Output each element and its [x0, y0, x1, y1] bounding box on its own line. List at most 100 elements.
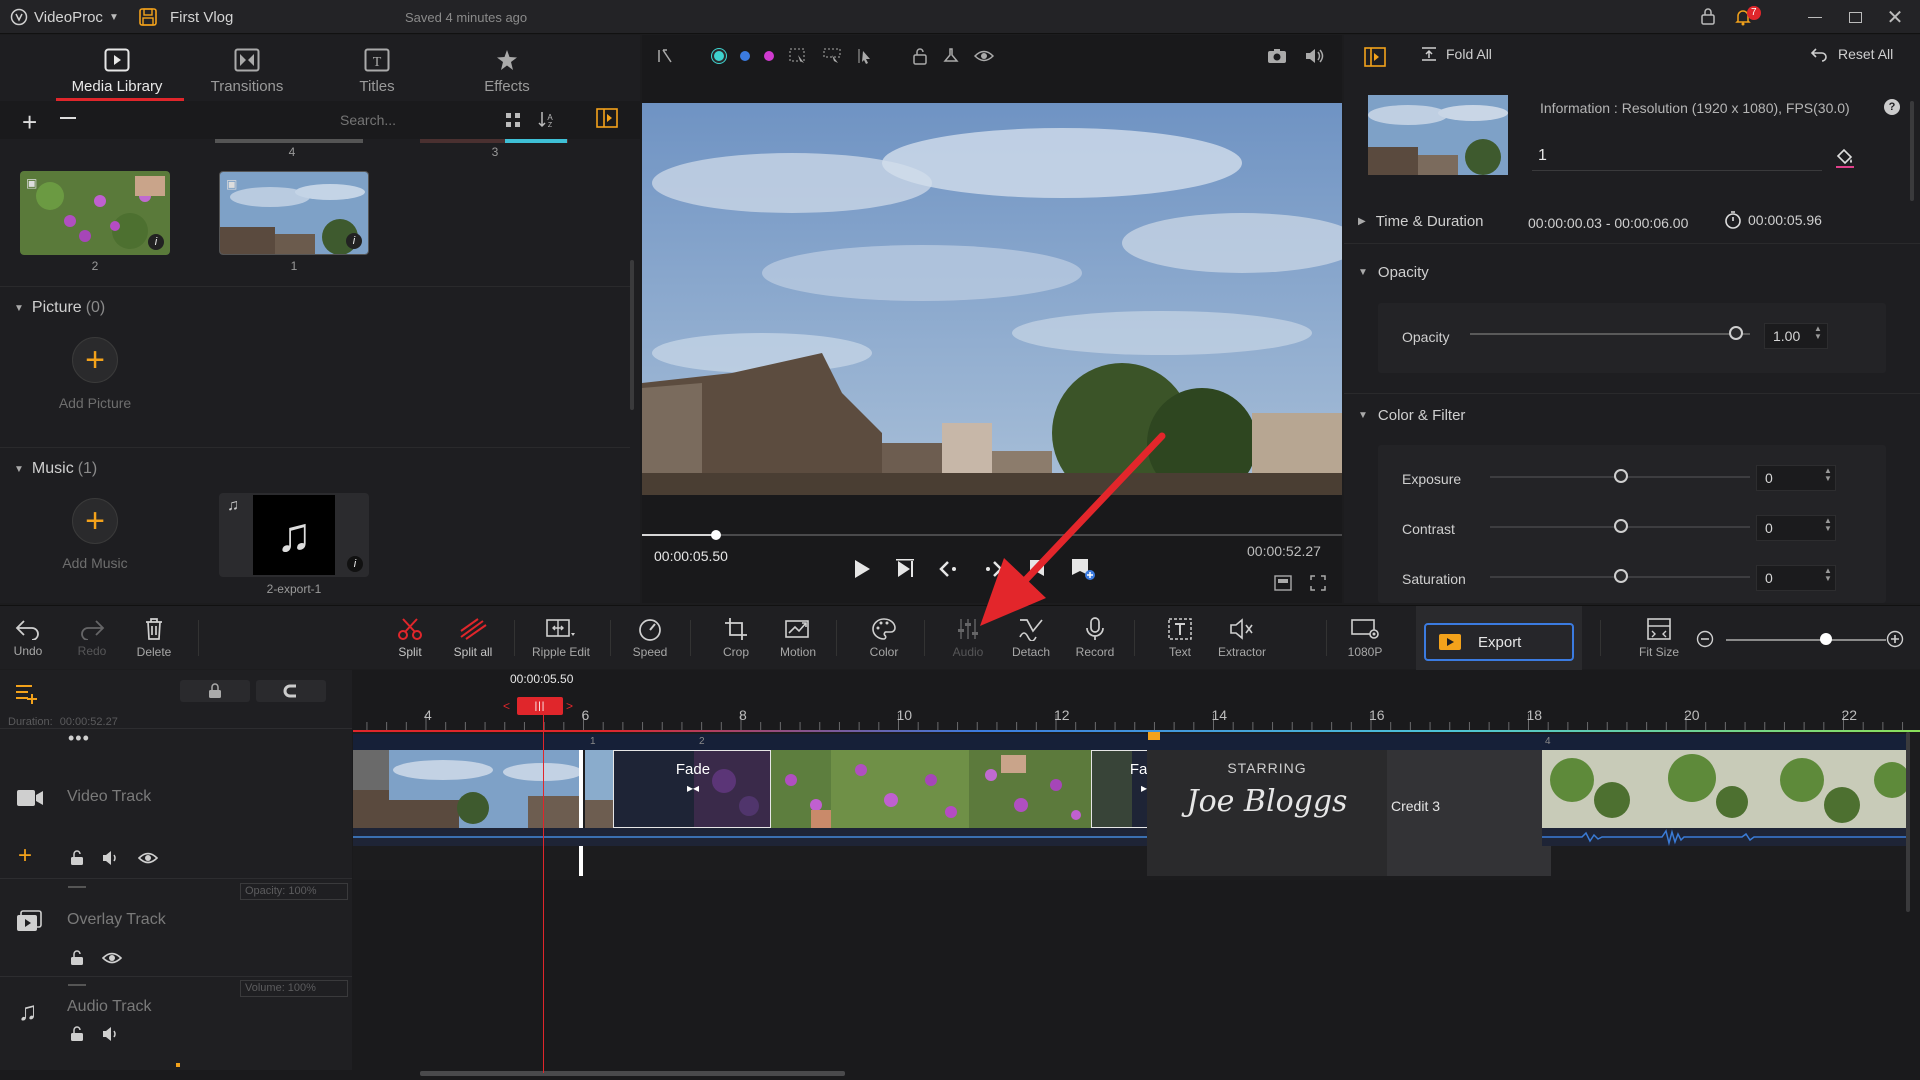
tab-media-library[interactable]: Media Library — [52, 35, 182, 101]
delete-button[interactable]: Delete — [132, 606, 176, 670]
media-item-sky[interactable]: ▣ i — [219, 171, 369, 255]
fullscreen-icon[interactable] — [1310, 575, 1326, 591]
properties-scrollbar[interactable] — [1910, 101, 1914, 201]
music-item[interactable]: ♫ ♫ i — [219, 493, 369, 577]
title-clip-starring[interactable]: STARRING Joe Bloggs — [1147, 750, 1387, 876]
audio-volume-field[interactable]: Volume: 100% — [240, 980, 348, 997]
opacity-section-header[interactable]: ▼ Opacity — [1358, 264, 1429, 281]
minimize-button[interactable] — [1795, 0, 1835, 34]
opacity-slider-knob[interactable] — [1729, 326, 1743, 340]
export-button[interactable]: Export — [1424, 623, 1574, 661]
video-track-lane[interactable]: 1 2 4 Fade ▸◂ STARRING Joe Bloggs Credit… — [353, 732, 1920, 880]
opacity-stepper-icon[interactable]: ▲ ▼ — [1814, 325, 1822, 341]
track-visibility-icon[interactable] — [102, 951, 122, 965]
motion-button[interactable]: Motion — [776, 606, 820, 670]
saturation-slider-knob[interactable] — [1614, 569, 1628, 583]
magnet-snap-button[interactable] — [256, 680, 326, 702]
timeline-h-scrollbar[interactable] — [420, 1071, 845, 1076]
prev-marker-icon[interactable] — [938, 558, 960, 580]
seek-handle[interactable] — [710, 530, 721, 540]
color-marker-magenta[interactable] — [764, 51, 774, 61]
play-icon[interactable] — [850, 558, 872, 580]
select-track-icon[interactable] — [822, 47, 842, 65]
zoom-out-icon[interactable] — [1696, 630, 1714, 648]
zoom-in-icon[interactable] — [1886, 630, 1904, 648]
color-marker-blue[interactable] — [740, 51, 750, 61]
track-drag-handle[interactable] — [68, 886, 86, 888]
notification-bell[interactable]: 7 — [1734, 6, 1768, 28]
toggle-panel-icon[interactable] — [596, 108, 618, 128]
track-lock-icon[interactable] — [70, 950, 84, 966]
lock-all-button[interactable] — [180, 680, 250, 702]
media-item-flowers[interactable]: ▣ i — [20, 171, 170, 255]
color-marker-cyan[interactable] — [712, 49, 726, 63]
add-video-icon[interactable]: + — [18, 842, 32, 870]
clip-name-field[interactable]: 1 — [1532, 143, 1822, 171]
pointer-select-icon[interactable] — [856, 47, 874, 65]
exposure-slider-knob[interactable] — [1614, 469, 1628, 483]
video-clip-plants[interactable] — [1542, 750, 1910, 828]
tab-titles[interactable]: T Titles — [312, 35, 442, 101]
info-icon[interactable]: i — [346, 233, 362, 249]
track-lock-icon[interactable] — [70, 1026, 84, 1042]
crop-button[interactable]: Crop — [714, 606, 758, 670]
next-frame-icon[interactable] — [894, 558, 916, 580]
color-filter-section-header[interactable]: ▼ Color & Filter — [1358, 407, 1465, 424]
color-button[interactable]: Color — [862, 606, 906, 670]
opacity-slider-track[interactable] — [1470, 333, 1750, 335]
time-duration-header[interactable]: ▶ Time & Duration — [1358, 213, 1484, 230]
exposure-stepper-icon[interactable]: ▲ ▼ — [1824, 467, 1832, 483]
split-all-button[interactable]: Split all — [448, 606, 498, 670]
playhead-right-arrow-icon[interactable]: > — [566, 699, 573, 713]
title-clip-credit[interactable]: Credit 3 — [1387, 750, 1551, 876]
saturation-stepper-icon[interactable]: ▲ ▼ — [1824, 567, 1832, 583]
track-volume-icon[interactable] — [102, 850, 120, 866]
compare-icon[interactable] — [656, 47, 674, 65]
app-menu[interactable]: VideoProc ▼ — [10, 8, 119, 26]
track-lock-icon[interactable] — [70, 850, 84, 866]
close-button[interactable]: ✕ — [1875, 0, 1915, 34]
picture-section-header[interactable]: ▼ Picture (0) — [14, 299, 105, 317]
eye-icon[interactable] — [974, 49, 994, 63]
sort-icon[interactable]: AZ — [538, 110, 556, 128]
timeline-v-scrollbar[interactable] — [1906, 732, 1910, 912]
resolution-button[interactable]: 1080P — [1342, 606, 1388, 670]
fit-size-button[interactable]: Fit Size — [1634, 606, 1684, 670]
info-icon[interactable]: i — [148, 234, 164, 250]
playhead-handle[interactable]: ||| — [517, 697, 563, 715]
ripple-edit-button[interactable]: Ripple Edit — [528, 606, 594, 670]
add-music-button[interactable]: + — [72, 498, 118, 544]
info-icon[interactable]: i — [347, 556, 363, 572]
add-media-icon[interactable]: + — [22, 107, 37, 138]
snapshot-icon[interactable] — [1267, 48, 1287, 64]
aspect-ratio-icon[interactable] — [1274, 575, 1292, 591]
add-picture-button[interactable]: + — [72, 337, 118, 383]
remove-media-icon[interactable] — [60, 117, 76, 119]
extractor-button[interactable]: Extractor — [1214, 606, 1270, 670]
project-name-area[interactable]: First Vlog — [138, 7, 233, 27]
reset-all-button[interactable]: Reset All — [1810, 46, 1893, 62]
library-scrollbar[interactable] — [630, 260, 634, 410]
volume-icon[interactable] — [1304, 47, 1326, 65]
unlock-icon[interactable] — [912, 47, 928, 65]
playhead-left-arrow-icon[interactable]: < — [503, 699, 510, 713]
track-drag-handle[interactable] — [68, 984, 86, 986]
contrast-slider-knob[interactable] — [1614, 519, 1628, 533]
fold-all-button[interactable]: Fold All — [1420, 46, 1492, 62]
contrast-stepper-icon[interactable]: ▲ ▼ — [1824, 517, 1832, 533]
time-ruler[interactable]: 4 6 8 10 12 14 16 18 20 22 — [353, 708, 1920, 730]
tab-effects[interactable]: Effects — [442, 35, 572, 101]
music-section-header[interactable]: ▼ Music (1) — [14, 460, 97, 478]
search-input[interactable] — [330, 107, 490, 133]
clean-brush-icon[interactable] — [942, 47, 960, 65]
track-volume-icon[interactable] — [102, 1026, 120, 1042]
maximize-button[interactable] — [1835, 0, 1875, 34]
add-track-icon[interactable] — [14, 682, 42, 704]
zoom-slider-knob[interactable] — [1820, 633, 1832, 645]
select-area-icon[interactable] — [788, 47, 808, 65]
speed-button[interactable]: Speed — [628, 606, 672, 670]
overlay-opacity-field[interactable]: Opacity: 100% — [240, 883, 348, 900]
tab-transitions[interactable]: Transitions — [182, 35, 312, 101]
lock-icon[interactable] — [1700, 7, 1716, 25]
help-icon[interactable]: ? — [1884, 99, 1900, 115]
